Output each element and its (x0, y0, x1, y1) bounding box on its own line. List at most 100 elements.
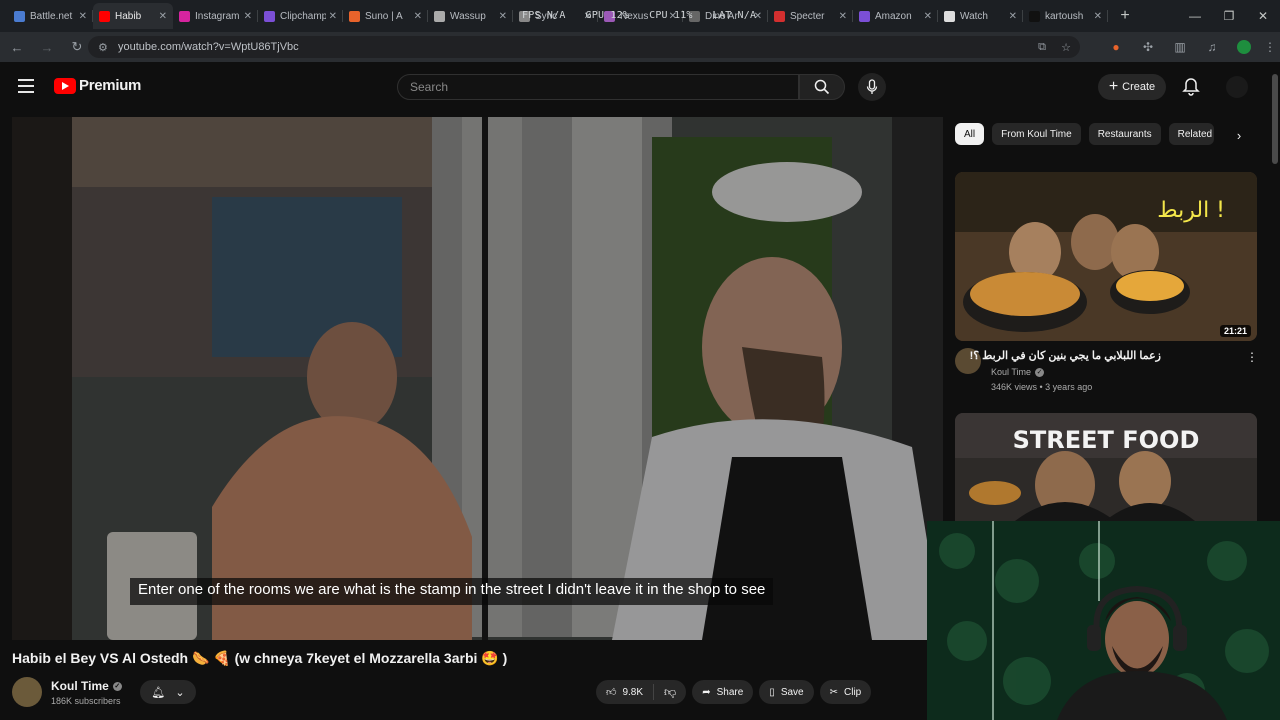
tab-close-icon[interactable]: ✕ (244, 11, 252, 22)
maximize-button[interactable]: ❐ (1212, 0, 1246, 32)
side-panel-icon[interactable]: ▥ (1164, 40, 1196, 54)
tab-favicon-icon (944, 10, 955, 22)
browser-tab[interactable]: kartoush ✕ (1023, 3, 1108, 29)
menu-icon[interactable] (18, 79, 34, 93)
recommended-title[interactable]: زعما اللبلابي ما يجي بنين كان في الربط ؟… (970, 349, 1161, 362)
extensions-puzzle-icon[interactable]: ✣ (1132, 40, 1164, 54)
logo-text: Premium (79, 77, 142, 94)
tab-favicon-icon (1029, 10, 1040, 22)
like-button[interactable]: 👍︎ 9.8K (596, 684, 655, 700)
extensions-area: ● ✣ ▥ ♫ ⋮ (1100, 35, 1280, 59)
share-button[interactable]: ➦ Share (692, 680, 754, 704)
chip-from-channel[interactable]: From Koul Time (992, 123, 1081, 145)
media-control-icon[interactable]: ♫ (1196, 40, 1228, 54)
search-button[interactable] (799, 74, 845, 100)
browser-tab[interactable]: Habib ✕ (93, 3, 173, 29)
video-title: Habib el Bey VS Al Ostedh 🌭 🍕 (w chneya … (12, 650, 508, 666)
gpu-readout: GPU 12% (585, 10, 630, 21)
minimize-button[interactable]: — (1178, 0, 1212, 32)
browser-menu-icon[interactable]: ⋮ (1260, 40, 1280, 54)
chip-all[interactable]: All (955, 123, 985, 145)
tab-close-icon[interactable]: ✕ (1094, 11, 1102, 22)
recommended-thumbnail-2[interactable]: STREET FOOD (955, 413, 1257, 521)
address-bar[interactable]: ⚙ youtube.com/watch?v=WptU86TjVbc ⧉ ☆ (88, 36, 1080, 58)
thumbnail-image-2: STREET FOOD (955, 413, 1257, 521)
browser-tab[interactable]: Watch ✕ (938, 3, 1023, 29)
chip-restaurants[interactable]: Restaurants (1088, 123, 1161, 145)
bookmark-star-icon[interactable]: ☆ (1054, 41, 1078, 54)
fps-readout: FPS N/A (522, 10, 566, 21)
like-dislike-group: 👍︎ 9.8K 👎︎ (596, 680, 687, 704)
recommended-thumbnail[interactable]: الربط ! 21:21 (955, 172, 1257, 341)
browser-tab[interactable]: Instagram ✕ (173, 3, 258, 29)
tab-favicon-icon (264, 10, 275, 22)
tab-favicon-icon (434, 10, 445, 22)
account-avatar[interactable] (1226, 76, 1248, 98)
search-input[interactable]: Search (397, 74, 799, 100)
reload-button[interactable]: ↻ (64, 34, 90, 60)
forward-button[interactable]: → (34, 34, 60, 60)
scrollbar-thumb[interactable] (1272, 74, 1278, 164)
clip-button[interactable]: ✂ Clip (819, 680, 872, 704)
dislike-button[interactable]: 👎︎ (654, 685, 686, 700)
tab-close-icon[interactable]: ✕ (414, 11, 422, 22)
thumbnail-image: الربط ! (955, 172, 1257, 341)
video-subtitle: Enter one of the rooms we are what is th… (130, 578, 774, 605)
recommended-channel[interactable]: Koul Time ✓ (991, 367, 1045, 377)
url-text: youtube.com/watch?v=WptU86TjVbc (118, 41, 299, 53)
extension-fox-icon[interactable]: ● (1100, 40, 1132, 54)
tab-favicon-icon (774, 10, 785, 22)
scissors-icon: ✂ (829, 686, 838, 698)
youtube-logo[interactable]: Premium (54, 77, 141, 94)
close-window-button[interactable]: ✕ (1246, 0, 1280, 32)
tab-close-icon[interactable]: ✕ (924, 11, 932, 22)
browser-tab[interactable]: Clipchamp ✕ (258, 3, 343, 29)
tab-favicon-icon (179, 10, 190, 22)
tab-close-icon[interactable]: ✕ (329, 11, 337, 22)
tab-separator (1107, 10, 1108, 22)
like-count: 9.8K (622, 686, 644, 698)
video-frame (12, 117, 943, 640)
channel-name-link[interactable]: Koul Time ✓ (51, 679, 122, 693)
subscription-bell-button[interactable]: 🔔︎ ⌄ (140, 680, 196, 704)
tab-close-icon[interactable]: ✕ (79, 11, 87, 22)
browser-tab[interactable]: Wassup ✕ (428, 3, 513, 29)
tab-favicon-icon (349, 10, 360, 22)
plus-icon: + (1108, 78, 1119, 95)
share-arrow-icon: ➦ (702, 686, 711, 698)
thumbnail-text-2: STREET FOOD (1013, 426, 1200, 454)
new-tab-button[interactable]: + (1112, 3, 1138, 29)
tab-close-icon[interactable]: ✕ (499, 11, 507, 22)
chip-related[interactable]: Related (1168, 123, 1214, 145)
chevron-right-icon[interactable]: › (1228, 124, 1250, 146)
save-button[interactable]: ▯ Save (759, 680, 814, 704)
back-button[interactable]: ← (4, 34, 30, 60)
save-label: Save (780, 686, 804, 698)
browser-tab[interactable]: Amazon ✕ (853, 3, 938, 29)
search-icon (814, 79, 830, 95)
tab-label: Suno | A (365, 10, 403, 22)
video-player[interactable]: Enter one of the rooms we are what is th… (12, 117, 943, 640)
youtube-play-icon (54, 77, 76, 94)
more-actions-icon[interactable]: ⋮ (1246, 350, 1258, 364)
tab-close-icon[interactable]: ✕ (159, 11, 167, 22)
browser-tab[interactable]: Suno | A ✕ (343, 3, 428, 29)
window-controls: — ❐ ✕ (1178, 0, 1280, 32)
tab-close-icon[interactable]: ✕ (1009, 11, 1017, 22)
channel-avatar[interactable] (12, 677, 42, 707)
site-info-icon[interactable]: ⚙ (98, 41, 112, 54)
webcam-image (927, 521, 1280, 720)
create-button[interactable]: + Create (1098, 74, 1166, 100)
browser-tab-strip: Battle.net ✕ Habib ✕ Instagram ✕ Clipchamp ✕ Sun… (0, 0, 1280, 32)
browser-tab[interactable]: Specter ✕ (768, 3, 853, 29)
filter-chips: All From Koul Time Restaurants Related (955, 123, 1214, 145)
notifications-bell-icon[interactable] (1180, 76, 1202, 98)
cpu-readout: CPU 11% (649, 10, 693, 21)
profile-avatar[interactable] (1237, 40, 1251, 54)
youtube-header: Premium Search + Create (0, 62, 1270, 112)
tab-close-icon[interactable]: ✕ (839, 11, 847, 22)
browser-tab[interactable]: Battle.net ✕ (8, 3, 93, 29)
install-app-icon[interactable]: ⧉ (1030, 41, 1054, 54)
voice-search-button[interactable] (858, 73, 886, 101)
clip-label: Clip (844, 686, 862, 698)
